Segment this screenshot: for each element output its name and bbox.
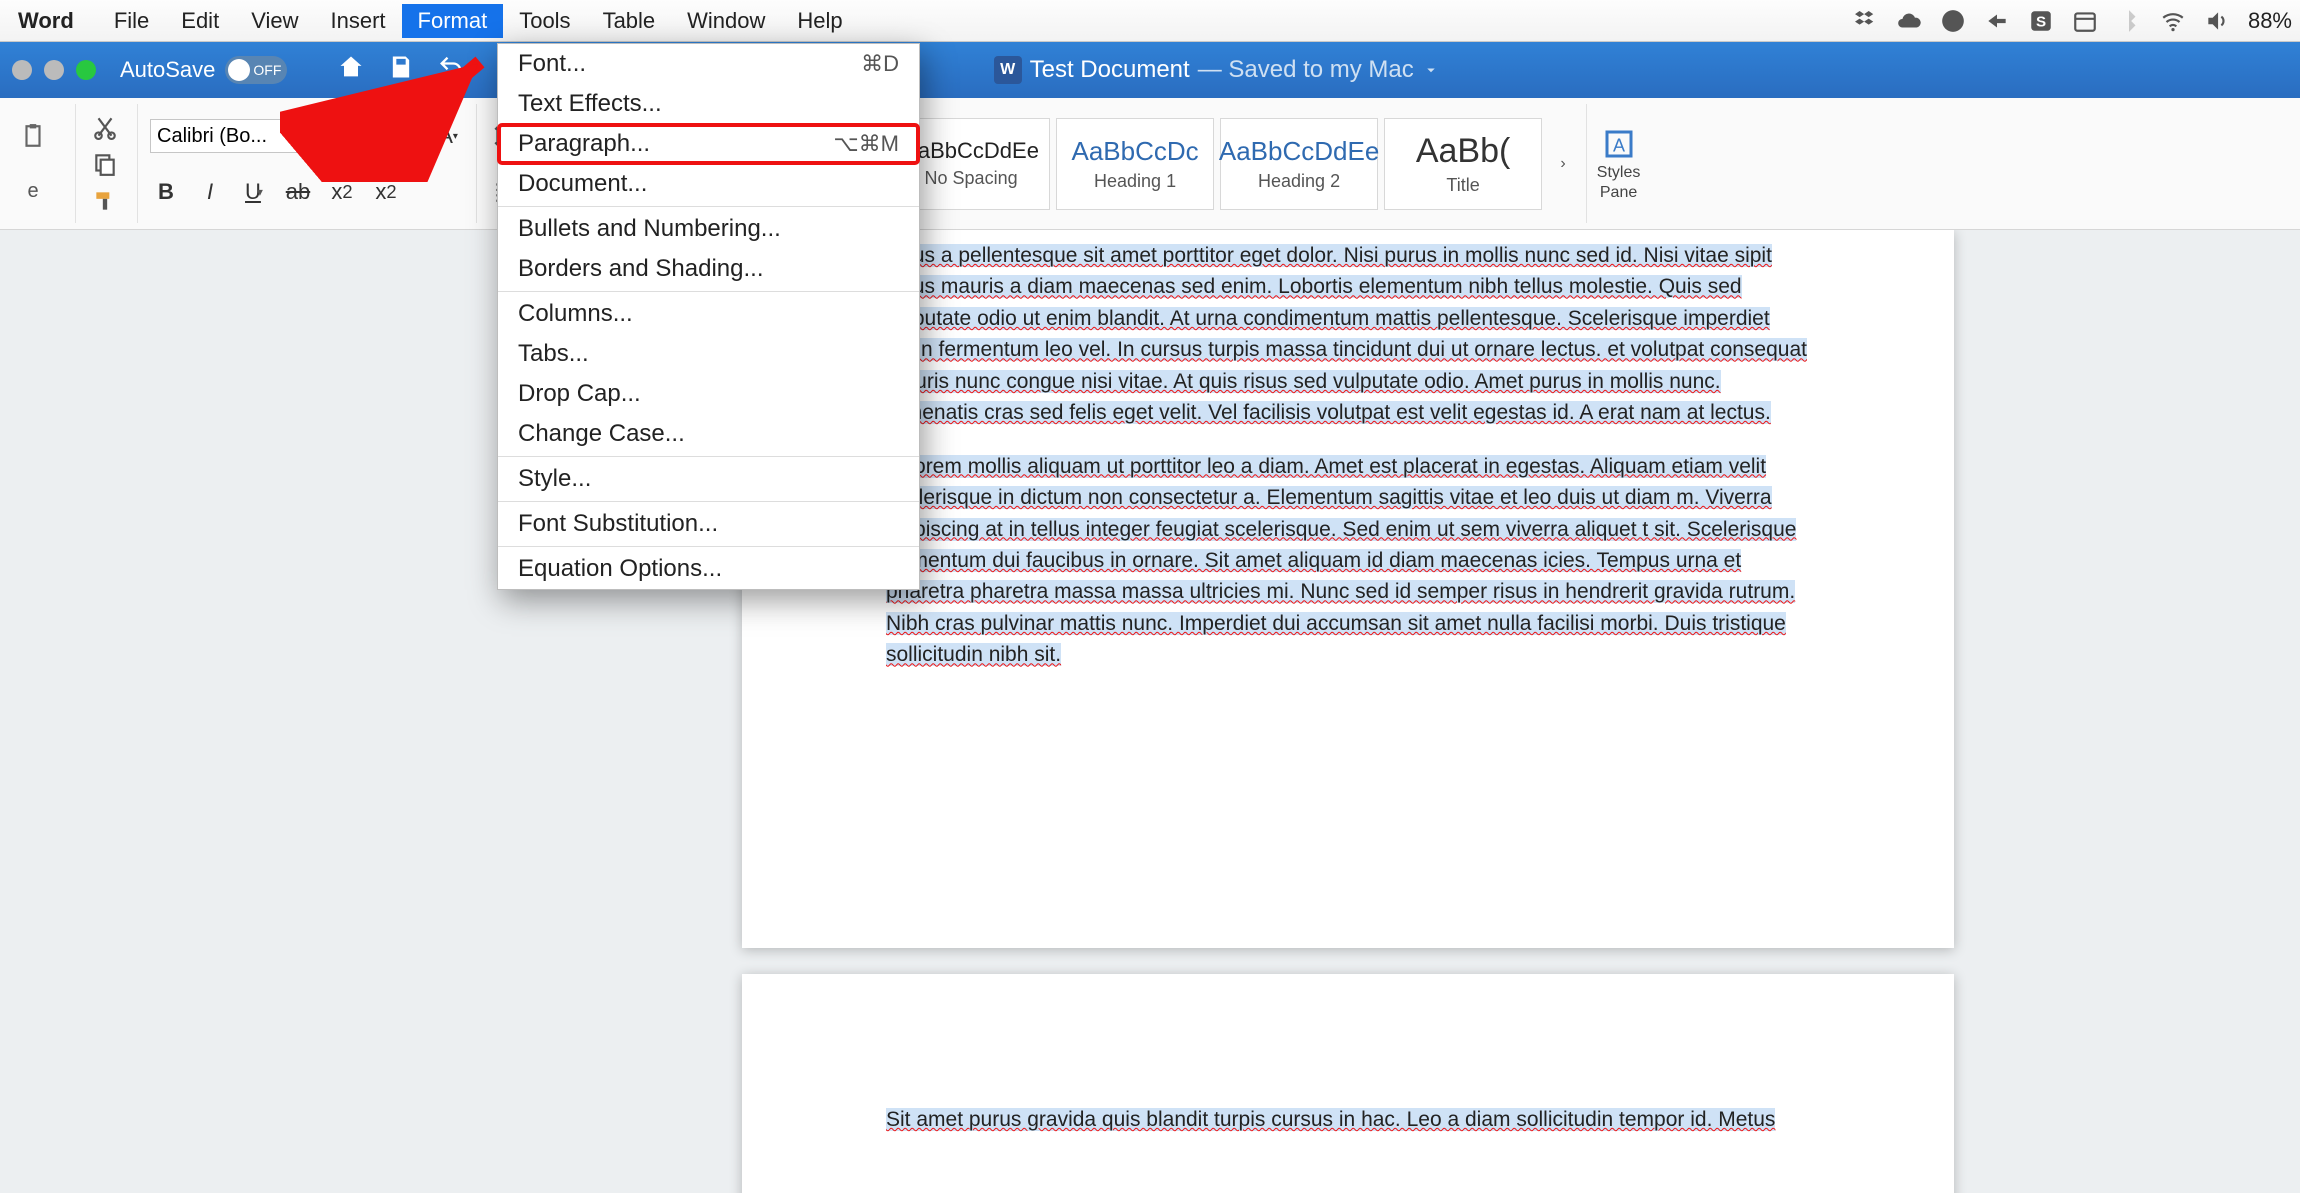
saved-status: — Saved to my Mac — [1198, 56, 1414, 84]
menu-item-style[interactable]: Style... — [498, 459, 919, 499]
increase-font-icon[interactable]: A▴ — [388, 120, 420, 152]
doc-name: Test Document — [1030, 56, 1190, 84]
font-size-select[interactable]: 12 — [314, 119, 368, 153]
app-name: Word — [8, 4, 84, 38]
dropbox-icon[interactable] — [1852, 8, 1878, 34]
menu-item-font[interactable]: Font...⌘D — [498, 44, 919, 84]
traffic-lights[interactable] — [12, 60, 96, 80]
style-heading-1[interactable]: AaBbCcDcHeading 1 — [1056, 118, 1214, 210]
s-icon[interactable]: S — [2028, 8, 2054, 34]
superscript-button[interactable]: x2 — [370, 176, 402, 208]
autosave-toggle[interactable]: AutoSave OFF — [120, 56, 287, 84]
menu-item-columns[interactable]: Columns... — [498, 294, 919, 334]
cut-icon[interactable] — [88, 110, 122, 144]
style-heading-2[interactable]: AaBbCcDdEeHeading 2 — [1220, 118, 1378, 210]
subscript-button[interactable]: x2 — [326, 176, 358, 208]
undo-icon[interactable] — [437, 53, 465, 88]
menu-file[interactable]: File — [98, 4, 165, 38]
autosave-label: AutoSave — [120, 57, 215, 83]
menu-item-equation-options[interactable]: Equation Options... — [498, 549, 919, 589]
page-1: cibus a pellentesque sit amet porttitor … — [742, 230, 1954, 948]
svg-text:A: A — [1613, 135, 1625, 155]
style-title[interactable]: AaBb(Title — [1384, 118, 1542, 210]
paste-icon[interactable] — [16, 119, 50, 153]
bold-button[interactable]: B — [150, 176, 182, 208]
menu-window[interactable]: Window — [671, 4, 781, 38]
paragraph-1[interactable]: cibus a pellentesque sit amet porttitor … — [886, 240, 1810, 429]
decrease-font-icon[interactable]: A▾ — [432, 120, 464, 152]
styles-pane-button[interactable]: A StylesPane — [1586, 104, 1650, 223]
zoom-window[interactable] — [76, 60, 96, 80]
calendar-icon[interactable] — [2072, 8, 2098, 34]
battery-percent[interactable]: 88% — [2248, 8, 2292, 34]
home-icon[interactable] — [337, 53, 365, 88]
menu-item-tabs[interactable]: Tabs... — [498, 334, 919, 374]
window-titlebar: AutoSave OFF W Test Document — Saved to … — [0, 42, 2300, 98]
menu-insert[interactable]: Insert — [314, 4, 401, 38]
menu-item-borders-and-shading[interactable]: Borders and Shading... — [498, 249, 919, 289]
underline-button[interactable]: U▾ — [238, 176, 270, 208]
word-badge-icon: W — [994, 56, 1022, 84]
italic-button[interactable]: I — [194, 176, 226, 208]
menu-edit[interactable]: Edit — [165, 4, 235, 38]
menu-format[interactable]: Format — [402, 4, 504, 38]
format-painter-icon[interactable] — [88, 184, 122, 218]
bluetooth-icon[interactable] — [2116, 8, 2142, 34]
mac-menubar: Word File Edit View Insert Format Tools … — [0, 0, 2300, 42]
menu-item-text-effects[interactable]: Text Effects... — [498, 84, 919, 124]
menu-view[interactable]: View — [235, 4, 314, 38]
menu-item-paragraph[interactable]: Paragraph...⌥⌘M — [498, 124, 919, 164]
format-dropdown: Font...⌘DText Effects...Paragraph...⌥⌘MD… — [497, 43, 920, 590]
paragraph-2[interactable]: ta lorem mollis aliquam ut porttitor leo… — [886, 451, 1810, 671]
strikethrough-button[interactable]: ab — [282, 176, 314, 208]
menu-item-drop-cap[interactable]: Drop Cap... — [498, 374, 919, 414]
cc-icon[interactable] — [1940, 8, 1966, 34]
cloud-icon[interactable] — [1896, 8, 1922, 34]
arrow-icon[interactable] — [1984, 8, 2010, 34]
paragraph-3[interactable]: Sit amet purus gravida quis blandit turp… — [886, 1104, 1810, 1135]
toggle-switch[interactable]: OFF — [225, 56, 287, 84]
menu-tools[interactable]: Tools — [503, 4, 586, 38]
menu-item-bullets-and-numbering[interactable]: Bullets and Numbering... — [498, 209, 919, 249]
document-area[interactable]: cibus a pellentesque sit amet porttitor … — [0, 230, 2300, 1193]
menu-item-document[interactable]: Document... — [498, 164, 919, 204]
more-styles-button[interactable]: › — [1548, 118, 1578, 210]
page-2: Sit amet purus gravida quis blandit turp… — [742, 974, 1954, 1193]
menu-item-font-substitution[interactable]: Font Substitution... — [498, 504, 919, 544]
close-window[interactable] — [12, 60, 32, 80]
menu-table[interactable]: Table — [587, 4, 672, 38]
e-icon[interactable]: e — [16, 174, 50, 208]
svg-text:S: S — [2036, 13, 2046, 30]
volume-icon[interactable] — [2204, 8, 2230, 34]
minimize-window[interactable] — [44, 60, 64, 80]
save-icon[interactable] — [387, 53, 415, 88]
font-name-select[interactable]: Calibri (Bo... — [150, 119, 300, 153]
doc-title[interactable]: W Test Document — Saved to my Mac — [994, 56, 1440, 84]
menu-item-change-case[interactable]: Change Case... — [498, 414, 919, 454]
chevron-down-icon[interactable] — [1422, 61, 1440, 79]
copy-icon[interactable] — [88, 147, 122, 181]
wifi-icon[interactable] — [2160, 8, 2186, 34]
menu-help[interactable]: Help — [781, 4, 858, 38]
ribbon: e Calibri (Bo...▾ 12▾ A▴ A▾ B I U▾ ab x2… — [0, 98, 2300, 230]
